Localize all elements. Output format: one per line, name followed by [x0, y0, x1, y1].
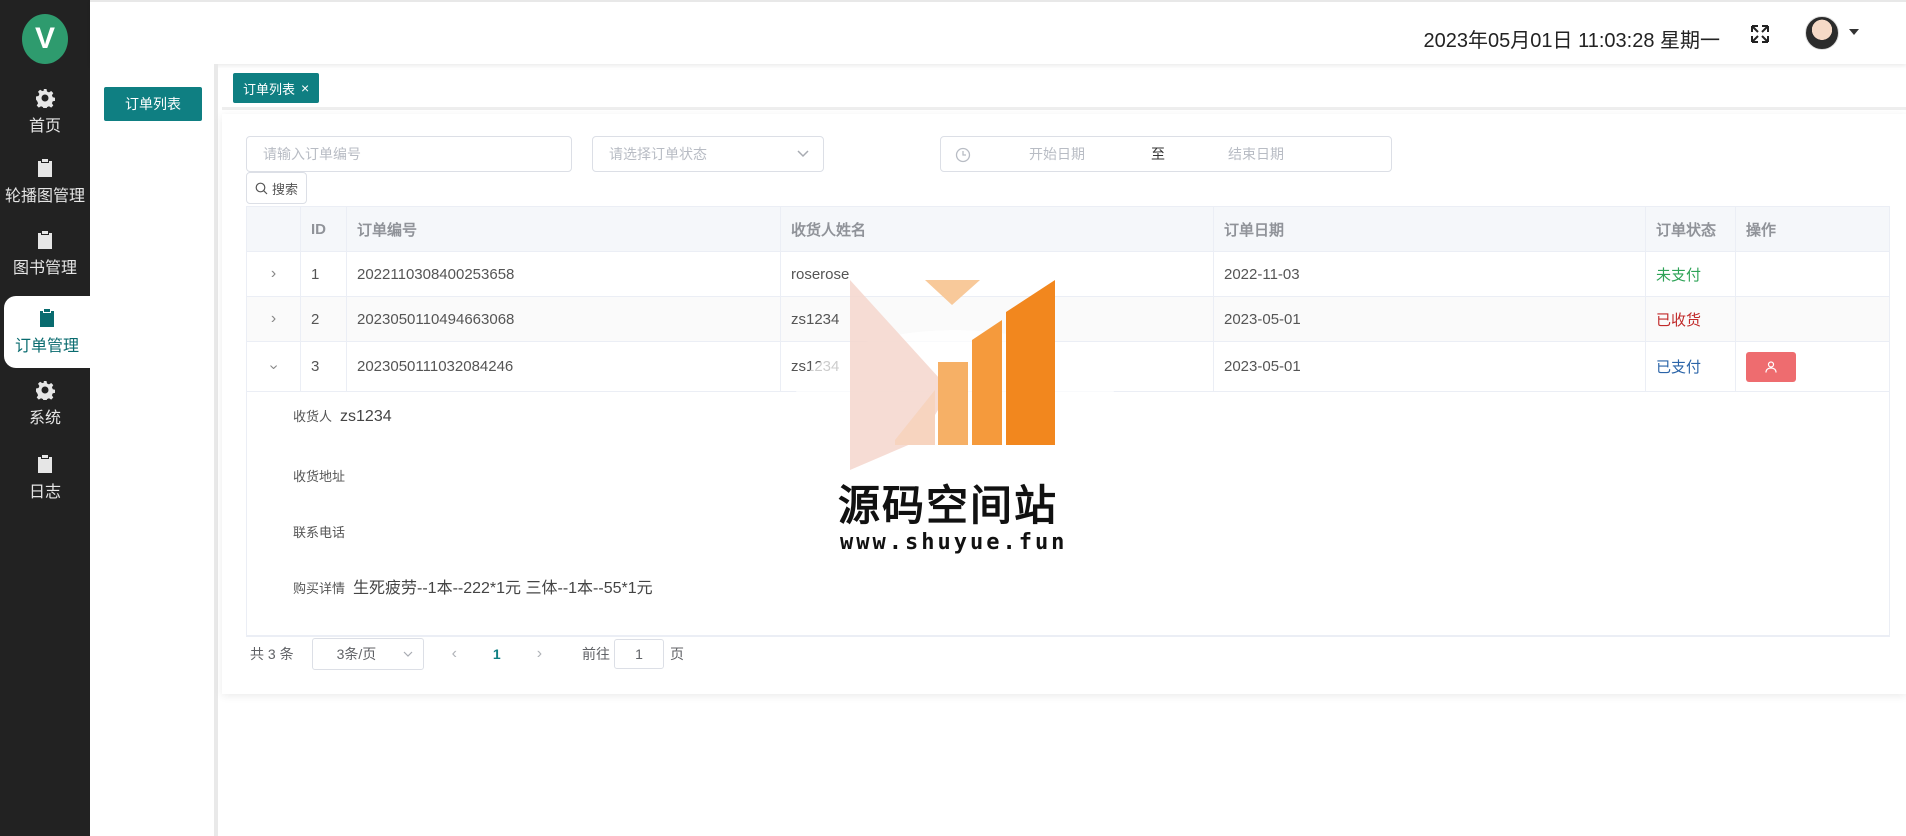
chevron-right-icon[interactable]: › — [271, 265, 276, 283]
sidebar-item-label: 图书管理 — [12, 260, 77, 277]
sidebar-item-label: 日志 — [28, 484, 61, 501]
cell-date: 2023-05-01 — [1214, 297, 1646, 341]
pagination-total: 共 3 条 — [250, 646, 294, 662]
cell-id: 3 — [301, 342, 347, 391]
cell-action — [1736, 342, 1889, 391]
order-status-placeholder: 请选择订单状态 — [609, 146, 707, 162]
pagination: 共 3 条 3条/页 ‹ 1 › 前往 1 页 — [250, 638, 684, 670]
sidebar-item-books[interactable]: 图书管理 — [0, 218, 90, 290]
prev-page-button[interactable]: ‹ — [452, 645, 457, 663]
column-header-order-no: 订单编号 — [347, 207, 781, 251]
detail-address: 收货地址 — [293, 466, 345, 485]
page-number[interactable]: 1 — [493, 646, 501, 662]
sidebar-item-label: 首页 — [28, 118, 61, 135]
sidebar-item-logs[interactable]: 日志 — [0, 442, 90, 514]
search-button[interactable]: 搜索 — [246, 172, 308, 204]
cell-order-no: 2023050111032084246 — [347, 342, 781, 391]
detail-purchase-value: 生死疲劳--1本--222*1元 三体--1本--55*1元 — [353, 580, 653, 597]
watermark-title: 源码空间站 — [838, 481, 1059, 530]
sidebar-item-orders[interactable]: 订单管理 — [4, 296, 90, 368]
sidebar-item-carousel[interactable]: 轮播图管理 — [0, 146, 90, 218]
detail-receiver: 收货人 zs1234 — [293, 406, 392, 426]
detail-phone: 联系电话 — [293, 522, 345, 541]
order-number-placeholder: 请输入订单编号 — [263, 146, 361, 162]
logo: V — [22, 14, 68, 64]
sidebar-item-label: 订单管理 — [14, 338, 79, 355]
order-list-menu-button[interactable]: 订单列表 — [104, 87, 202, 121]
column-header-receiver: 收货人姓名 — [781, 207, 1214, 251]
clipboard-icon — [38, 159, 52, 177]
gear-icon — [36, 381, 55, 400]
cell-action — [1736, 252, 1889, 296]
chevron-down-icon[interactable]: › — [264, 364, 282, 369]
datetime-display: 2023年05月01日 11:03:28 星期一 — [1423, 30, 1720, 52]
clipboard-icon — [38, 455, 52, 473]
clipboard-icon — [40, 309, 54, 327]
sub-menu-panel: 订单列表 — [90, 64, 218, 836]
sidebar-item-label: 轮播图管理 — [4, 188, 85, 205]
date-range-picker[interactable]: 开始日期 至 结束日期 — [940, 136, 1392, 172]
tab-order-list[interactable]: 订单列表 × — [233, 73, 320, 103]
clock-icon — [955, 147, 971, 163]
page-word: 页 — [670, 646, 685, 662]
goto-page-input[interactable]: 1 — [614, 639, 665, 669]
clipboard-icon — [38, 231, 52, 249]
cell-date: 2022-11-03 — [1214, 252, 1646, 296]
status-badge: 已收货 — [1646, 297, 1736, 341]
table-header-row: ID 订单编号 收货人姓名 订单日期 订单状态 操作 — [247, 207, 1889, 252]
column-header-id: ID — [301, 207, 347, 251]
avatar[interactable] — [1805, 16, 1839, 50]
chevron-down-icon[interactable] — [1849, 29, 1859, 35]
cell-order-no: 2022110308400253658 — [347, 252, 781, 296]
user-icon — [1765, 360, 1777, 373]
cell-action — [1736, 297, 1889, 341]
date-range-separator: 至 — [1151, 146, 1165, 162]
detail-purchase: 购买详情 生死疲劳--1本--222*1元 三体--1本--55*1元 — [293, 574, 653, 598]
ship-order-button[interactable] — [1746, 351, 1796, 382]
detail-phone-label: 联系电话 — [293, 525, 346, 540]
search-label: 搜索 — [272, 181, 299, 197]
end-date-placeholder[interactable]: 结束日期 — [1228, 144, 1284, 164]
watermark-url: www.shuyue.fun — [840, 530, 1068, 555]
search-icon — [255, 182, 268, 194]
cell-order-no: 2023050110494663068 — [347, 297, 781, 341]
cell-date: 2023-05-01 — [1214, 342, 1646, 391]
detail-address-label: 收货地址 — [293, 469, 346, 484]
page-size-value: 3条/页 — [336, 646, 377, 662]
top-header: 2023年05月01日 11:03:28 星期一 — [90, 0, 1906, 64]
order-status-select[interactable]: 请选择订单状态 — [592, 136, 824, 172]
chevron-right-icon[interactable]: › — [271, 310, 276, 328]
sidebar-item-label: 系统 — [28, 410, 61, 427]
close-icon[interactable]: × — [301, 80, 309, 96]
cell-id: 2 — [301, 297, 347, 341]
gear-icon — [36, 89, 55, 108]
chevron-down-icon — [403, 651, 413, 657]
detail-purchase-label: 购买详情 — [293, 581, 346, 596]
tab-label: 订单列表 — [243, 81, 296, 97]
detail-receiver-value: zs1234 — [340, 408, 392, 425]
status-badge: 已支付 — [1646, 342, 1736, 391]
column-header-action: 操作 — [1746, 221, 1777, 239]
next-page-button[interactable]: › — [537, 645, 542, 663]
column-header-status: 订单状态 — [1646, 207, 1736, 251]
tab-bar: 订单列表 × — [222, 68, 1906, 110]
cell-id: 1 — [301, 252, 347, 296]
sidebar-item-home[interactable]: 首页 — [0, 76, 90, 148]
sidebar: V 首页 轮播图管理 图书管理 订单管理 系统 日志 — [0, 0, 90, 836]
chevron-down-icon — [797, 150, 809, 158]
fullscreen-icon[interactable] — [1750, 24, 1770, 44]
goto-label: 前往 — [582, 646, 611, 662]
start-date-placeholder[interactable]: 开始日期 — [1029, 144, 1085, 164]
status-badge: 未支付 — [1646, 252, 1736, 296]
order-number-input[interactable]: 请输入订单编号 — [246, 136, 572, 172]
column-header-date: 订单日期 — [1214, 207, 1646, 251]
detail-receiver-label: 收货人 — [293, 409, 333, 424]
expand-column-header — [247, 207, 301, 251]
sidebar-item-system[interactable]: 系统 — [0, 368, 90, 440]
page-size-select[interactable]: 3条/页 — [311, 638, 424, 670]
